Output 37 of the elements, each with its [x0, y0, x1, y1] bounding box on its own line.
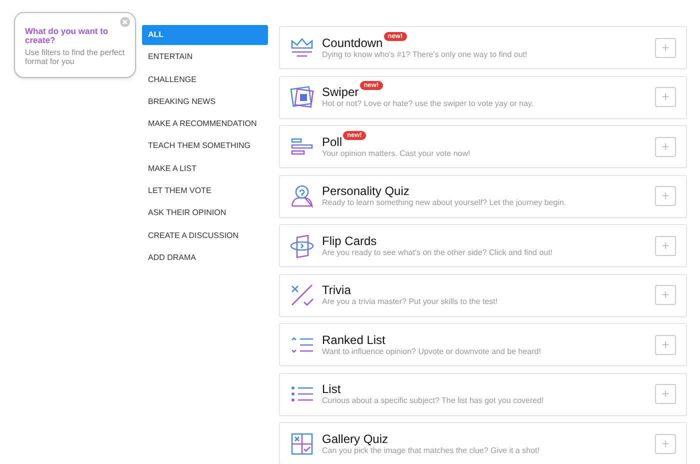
tooltip-title: What do you want to create? — [25, 27, 110, 45]
format-title: Ranked List — [322, 332, 386, 346]
format-title: List — [322, 382, 341, 396]
format-title: Swiper — [322, 85, 359, 99]
filter-item[interactable]: ENTERTAIN — [142, 47, 268, 68]
format-description: Hot or not? Love or hate? use the swiper to vote yay or nay. — [322, 99, 535, 109]
tooltip-text: Use filters to find the perfect format for you — [25, 48, 125, 66]
format-card[interactable]: Trivia Are you a trivia master? Put your skills to the test! + — [279, 274, 687, 316]
filter-item[interactable]: LET THEM VOTE — [142, 181, 268, 202]
format-title: Flip Cards — [322, 234, 377, 248]
format-card[interactable]: Ranked List Want to influence opinion? Upvote or downvote and be heard! + — [279, 323, 687, 366]
format-description: Want to influence opinion? Upvote or downvote and be heard! — [322, 346, 542, 356]
format-title: Trivia — [322, 283, 351, 297]
close-icon[interactable] — [120, 17, 130, 27]
filter-item[interactable]: CREATE A DISCUSSION — [142, 226, 268, 246]
format-description: Ready to learn something new about yourself? Let the journey begin. — [322, 198, 568, 208]
format-title: Personality Quiz — [322, 184, 410, 198]
format-card[interactable]: Flip Cards Are you ready to see what's on the other side? Click and find out! + — [279, 224, 687, 267]
filter-item[interactable]: BREAKING NEWS — [142, 92, 268, 112]
format-description: Are you a trivia master? Put your skills to the test! — [322, 297, 499, 307]
filter-item[interactable]: ADD DRAMA — [142, 248, 268, 268]
filter-item[interactable]: ASK THEIR OPINION — [142, 203, 268, 224]
format-card[interactable]: Gallery Quiz Can you pick the image that matches the clue? Give it a shot! + — [279, 422, 687, 464]
format-description: Can you pick the image that matches the clue? Give it a shot! — [322, 446, 540, 456]
format-card[interactable]: List Curious about a specific subject? The list has got you covered! + — [279, 372, 687, 416]
format-title: Gallery Quiz — [322, 432, 388, 446]
filter-item[interactable]: TEACH THEM SOMETHING — [142, 136, 268, 156]
format-description: Curious about a specific subject? The list has got you covered! — [322, 396, 545, 406]
filter-item[interactable]: CHALLENGE — [142, 70, 268, 90]
format-description: Are you ready to see what's on the other side? Click and find out! — [322, 248, 554, 258]
filter-item[interactable]: MAKE A RECOMMENDATION — [142, 114, 268, 134]
format-description: Your opinion matters. Cast your vote now! — [322, 148, 472, 158]
format-title: Poll — [322, 134, 342, 148]
filter-item[interactable]: MAKE A LIST — [142, 158, 268, 179]
format-title: Countdown — [322, 36, 383, 50]
format-description: Dying to know who's #1? There's only one way to find out! — [322, 50, 528, 60]
format-card[interactable]: Personality Quiz Ready to learn something new about yourself? Let the journey begin. + — [279, 174, 687, 218]
